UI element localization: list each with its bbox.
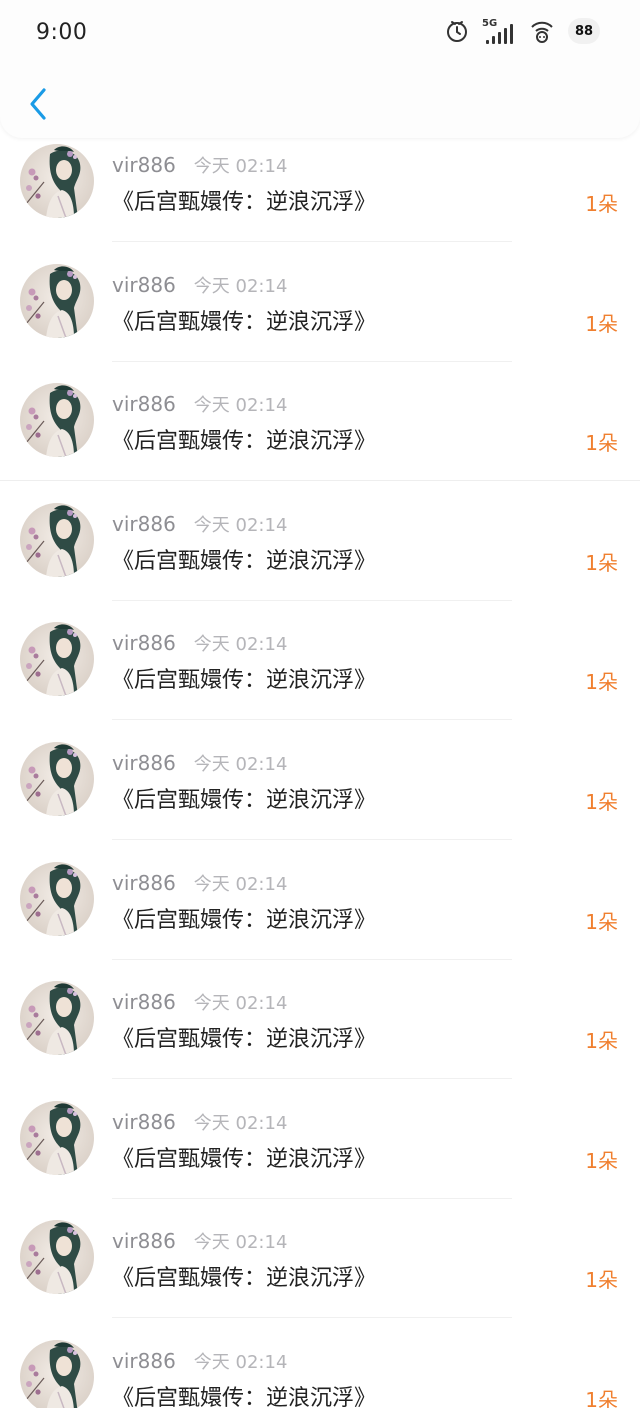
work-title: 《后宫甄嬛传：逆浪沉浮》 [112,429,377,455]
gift-amount: 1朵 [585,192,618,216]
record-meta: vir886 今天 02:14 [112,152,287,178]
row-divider [112,360,512,362]
avatar[interactable] [20,862,94,936]
network-label: 5G [482,18,497,29]
work-title: 《后宫甄嬛传：逆浪沉浮》 [112,907,377,933]
avatar[interactable] [20,981,94,1055]
status-time: 9:00 [36,20,88,45]
record-meta: vir886 今天 02:14 [112,1228,287,1254]
row-divider [112,958,512,960]
username[interactable]: vir886 [112,153,176,177]
row-divider [112,838,512,840]
work-title: 《后宫甄嬛传：逆浪沉浮》 [112,190,377,215]
record-meta: vir886 今天 02:14 [112,630,287,656]
row-divider [0,480,640,482]
record-meta: vir886 今天 02:14 [112,989,287,1015]
avatar[interactable] [20,264,94,338]
wifi-icon [528,17,556,45]
timestamp: 今天 02:14 [193,1232,288,1254]
work-title: 《后宫甄嬛传：逆浪沉浮》 [112,309,377,335]
screen: 9:00 5G 88 vir886 今天 02:14 《后宫甄嬛传：逆浪沉浮》 … [0,0,640,1408]
gift-amount: 1朵 [585,1029,618,1054]
timestamp: 今天 02:14 [193,514,288,536]
record-row[interactable]: vir886 今天 02:14 《后宫甄嬛传：逆浪沉浮》 1朵 [0,857,640,978]
top-bar: 9:00 5G 88 [0,0,640,138]
record-meta: vir886 今天 02:14 [112,1109,287,1135]
timestamp: 今天 02:14 [193,993,288,1015]
gift-record-list: vir886 今天 02:14 《后宫甄嬛传：逆浪沉浮》 1朵 vir886 今… [0,140,640,1408]
record-meta: vir886 今天 02:14 [112,511,287,537]
timestamp: 今天 02:14 [193,634,288,656]
username[interactable]: vir886 [112,631,176,655]
record-row[interactable]: vir886 今天 02:14 《后宫甄嬛传：逆浪沉浮》 1朵 [0,737,640,858]
avatar[interactable] [20,1101,94,1175]
chevron-left-icon [30,88,46,120]
alarm-clock-icon [444,18,470,44]
timestamp: 今天 02:14 [193,275,288,297]
timestamp: 今天 02:14 [193,1112,288,1134]
username[interactable]: vir886 [112,751,176,775]
record-row[interactable]: vir886 今天 02:14 《后宫甄嬛传：逆浪沉浮》 1朵 [0,259,640,380]
record-row[interactable]: vir886 今天 02:14 《后宫甄嬛传：逆浪沉浮》 1朵 [0,498,640,619]
work-title: 《后宫甄嬛传：逆浪沉浮》 [112,1027,377,1053]
username[interactable]: vir886 [112,1349,176,1373]
work-title: 《后宫甄嬛传：逆浪沉浮》 [112,1266,377,1292]
record-row[interactable]: vir886 今天 02:14 《后宫甄嬛传：逆浪沉浮》 1朵 [0,1216,640,1336]
timestamp: 今天 02:14 [193,753,288,775]
record-meta: vir886 今天 02:14 [112,870,287,896]
record-row[interactable]: vir886 今天 02:14 《后宫甄嬛传：逆浪沉浮》 1朵 [0,1096,640,1217]
avatar[interactable] [20,383,94,457]
gift-amount: 1朵 [585,431,618,456]
record-meta: vir886 今天 02:14 [112,272,287,298]
username[interactable]: vir886 [112,1110,176,1134]
back-button[interactable] [18,84,58,124]
battery-indicator: 88 [568,18,600,44]
record-row[interactable]: vir886 今天 02:14 《后宫甄嬛传：逆浪沉浮》 1朵 [0,1335,640,1408]
work-title: 《后宫甄嬛传：逆浪沉浮》 [112,1385,377,1408]
record-row[interactable]: vir886 今天 02:14 《后宫甄嬛传：逆浪沉浮》 1朵 [0,379,640,499]
row-divider [112,719,512,721]
status-icons: 5G 88 [432,16,600,46]
row-divider [112,241,512,242]
work-title: 《后宫甄嬛传：逆浪沉浮》 [112,668,377,694]
timestamp: 今天 02:14 [193,156,288,177]
gift-amount: 1朵 [585,1148,618,1173]
username[interactable]: vir886 [112,512,176,536]
record-row[interactable]: vir886 今天 02:14 《后宫甄嬛传：逆浪沉浮》 1朵 [0,977,640,1097]
avatar[interactable] [20,1220,94,1294]
record-row[interactable]: vir886 今天 02:14 《后宫甄嬛传：逆浪沉浮》 1朵 [0,618,640,738]
avatar[interactable] [20,1340,94,1408]
username[interactable]: vir886 [112,273,176,297]
row-divider [112,1078,512,1080]
avatar[interactable] [20,622,94,696]
avatar[interactable] [20,742,94,816]
work-title: 《后宫甄嬛传：逆浪沉浮》 [112,548,377,574]
record-meta: vir886 今天 02:14 [112,750,287,776]
timestamp: 今天 02:14 [193,873,288,895]
work-title: 《后宫甄嬛传：逆浪沉浮》 [112,787,377,813]
avatar[interactable] [20,503,94,577]
row-divider [112,1317,512,1319]
timestamp: 今天 02:14 [193,395,288,417]
work-title: 《后宫甄嬛传：逆浪沉浮》 [112,1146,377,1172]
username[interactable]: vir886 [112,990,176,1014]
record-meta: vir886 今天 02:14 [112,1348,287,1374]
gift-amount: 1朵 [585,670,618,695]
gift-amount: 1朵 [585,909,618,934]
gift-amount: 1朵 [585,1387,618,1408]
gift-amount: 1朵 [585,311,618,336]
gift-amount: 1朵 [585,550,618,575]
timestamp: 今天 02:14 [193,1351,288,1373]
row-divider [112,1197,512,1199]
username[interactable]: vir886 [112,392,176,416]
row-divider [112,599,512,601]
username[interactable]: vir886 [112,1229,176,1253]
avatar[interactable] [20,144,94,218]
gift-amount: 1朵 [585,789,618,814]
record-meta: vir886 今天 02:14 [112,391,287,417]
cellular-signal-icon: 5G [482,16,516,46]
gift-amount: 1朵 [585,1268,618,1293]
record-row[interactable]: vir886 今天 02:14 《后宫甄嬛传：逆浪沉浮》 1朵 [0,140,640,260]
username[interactable]: vir886 [112,871,176,895]
